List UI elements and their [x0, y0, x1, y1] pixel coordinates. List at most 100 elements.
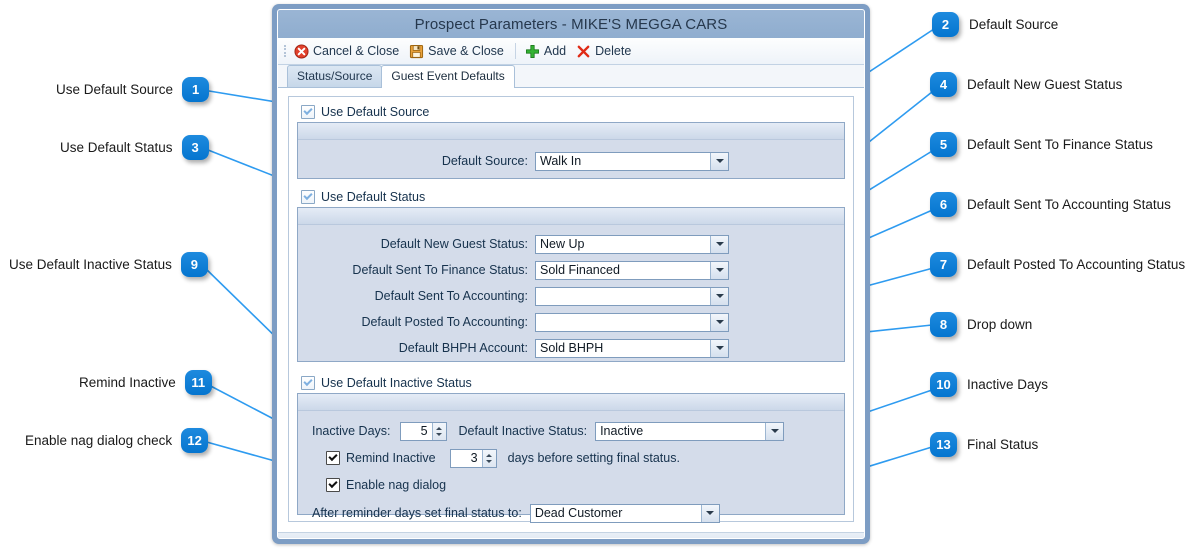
callout-label: Default Sent To Accounting Status: [967, 196, 1171, 212]
callout-badge[interactable]: 1: [182, 77, 210, 102]
default-posted-to-accounting-dropdown-button[interactable]: [710, 313, 728, 331]
default-status-group: Default New Guest Status: New Up Default…: [297, 207, 845, 362]
remind-days-spin-buttons[interactable]: [481, 449, 496, 467]
toolbar-separator: [514, 43, 516, 59]
enable-nag-dialog-row[interactable]: Enable nag dialog: [312, 475, 834, 495]
tab-guest-event-defaults[interactable]: Guest Event Defaults: [381, 65, 515, 88]
default-source-combo[interactable]: Walk In: [535, 151, 729, 171]
add-button[interactable]: Add: [521, 43, 572, 60]
use-default-source-label: Use Default Source: [321, 105, 430, 119]
default-inactive-status-combo[interactable]: Inactive: [595, 421, 785, 441]
default-new-guest-status-combo[interactable]: New Up: [535, 234, 729, 254]
final-status-dropdown-button[interactable]: [700, 504, 719, 522]
callout-label: Inactive Days: [967, 376, 1049, 392]
spinner-down-icon: [486, 459, 493, 463]
default-sent-to-finance-status-row: Default Sent To Finance Status: Sold Fin…: [308, 260, 834, 280]
default-bhph-account-label: Default BHPH Account:: [398, 341, 528, 355]
tab-status-source[interactable]: Status/Source: [287, 65, 383, 87]
default-sent-to-finance-status-value: Sold Financed: [540, 263, 620, 277]
remind-days-value: 3: [470, 451, 478, 465]
callout-right-10: 10 Inactive Days: [930, 372, 1048, 397]
callout-left-12: Enable nag dialog check 12: [25, 428, 209, 453]
callout-badge[interactable]: 11: [184, 370, 212, 395]
default-new-guest-status-dropdown-button[interactable]: [710, 235, 728, 253]
default-new-guest-status-row: Default New Guest Status: New Up: [308, 234, 834, 254]
default-source-dropdown-button[interactable]: [710, 152, 728, 170]
callout-right-5: 5 Default Sent To Finance Status: [930, 132, 1153, 157]
group-caption-strip: [298, 394, 844, 411]
default-bhph-account-value: Sold BHPH: [540, 341, 604, 355]
tab-label: Status/Source: [297, 69, 373, 83]
use-default-status-checkbox[interactable]: [301, 190, 315, 204]
save-and-close-label: Save & Close: [428, 44, 504, 58]
default-sent-to-accounting-dropdown-button[interactable]: [710, 287, 728, 305]
toolbar-grip-handle[interactable]: [282, 44, 290, 58]
callout-left-3: Use Default Status 3: [60, 135, 209, 160]
tab-label: Guest Event Defaults: [391, 69, 505, 83]
use-default-source-checkbox[interactable]: [301, 105, 315, 119]
final-status-row: After reminder days set final status to:…: [312, 503, 834, 523]
callout-label: Use Default Status: [60, 139, 173, 155]
spinner-down-icon: [436, 432, 443, 436]
final-status-label: After reminder days set final status to:: [312, 506, 522, 520]
remind-inactive-checkbox[interactable]: [326, 451, 340, 465]
inactive-days-row: Inactive Days: 5 Default Inactive Status…: [312, 421, 834, 441]
callout-label: Final Status: [967, 436, 1039, 452]
callout-badge[interactable]: 9: [180, 252, 208, 277]
tab-strip: Status/Source Guest Event Defaults: [278, 65, 864, 88]
callout-badge[interactable]: 12: [181, 428, 209, 453]
delete-button[interactable]: Delete: [572, 43, 637, 60]
chevron-down-icon: [715, 268, 724, 272]
callout-badge[interactable]: 6: [930, 192, 957, 217]
callout-badge[interactable]: 2: [932, 12, 959, 37]
default-sent-to-accounting-combo[interactable]: [535, 286, 729, 306]
toolbar: Cancel & Close Save & Close Add Delete: [278, 38, 864, 65]
default-posted-to-accounting-value: [536, 314, 710, 331]
default-posted-to-accounting-combo[interactable]: [535, 312, 729, 332]
inactive-days-stepper[interactable]: 5: [399, 421, 447, 441]
tab-page-guest-event-defaults: Use Default Source Default Source: Walk …: [278, 88, 864, 532]
default-inactive-status-group: Inactive Days: 5 Default Inactive Status…: [297, 393, 845, 523]
callout-badge[interactable]: 3: [181, 135, 209, 160]
default-posted-to-accounting-label: Default Posted To Accounting:: [361, 315, 528, 329]
use-default-status-label: Use Default Status: [321, 190, 426, 204]
use-default-inactive-status-label: Use Default Inactive Status: [321, 376, 472, 390]
callout-left-1: Use Default Source 1: [56, 77, 210, 102]
use-default-status-row[interactable]: Use Default Status: [301, 190, 845, 204]
final-status-combo[interactable]: Dead Customer: [529, 503, 720, 523]
callout-label: Use Default Inactive Status: [9, 256, 172, 272]
callout-badge[interactable]: 8: [930, 312, 957, 337]
default-bhph-account-combo[interactable]: Sold BHPH: [535, 338, 729, 358]
enable-nag-dialog-checkbox[interactable]: [326, 478, 340, 492]
delete-label: Delete: [595, 44, 632, 58]
remind-inactive-suffix-label: days before setting final status.: [507, 451, 680, 465]
default-sent-to-accounting-value: [536, 288, 710, 305]
form-panel: Use Default Source Default Source: Walk …: [288, 96, 854, 523]
default-source-label: Default Source:: [441, 154, 528, 168]
default-source-value: Walk In: [540, 154, 582, 168]
callout-badge[interactable]: 10: [930, 372, 957, 397]
save-and-close-button[interactable]: Save & Close: [405, 43, 510, 60]
callout-badge[interactable]: 13: [930, 432, 957, 457]
callout-badge[interactable]: 5: [930, 132, 957, 157]
inactive-days-spin-buttons[interactable]: [431, 422, 446, 440]
chevron-down-icon: [770, 429, 779, 433]
callout-label: Use Default Source: [56, 81, 174, 97]
group-caption-strip: [298, 208, 844, 225]
default-bhph-account-row: Default BHPH Account: Sold BHPH: [308, 338, 834, 358]
remind-days-stepper[interactable]: 3: [449, 448, 497, 468]
default-bhph-account-dropdown-button[interactable]: [710, 339, 728, 357]
default-source-row: Default Source: Walk In: [308, 151, 834, 171]
default-new-guest-status-value: New Up: [540, 237, 585, 251]
default-sent-to-finance-status-combo[interactable]: Sold Financed: [535, 260, 729, 280]
use-default-inactive-status-row[interactable]: Use Default Inactive Status: [301, 376, 845, 390]
use-default-inactive-status-checkbox[interactable]: [301, 376, 315, 390]
cancel-and-close-button[interactable]: Cancel & Close: [290, 43, 405, 60]
callout-badge[interactable]: 4: [930, 72, 957, 97]
chevron-down-icon: [715, 320, 724, 324]
callout-left-9: Use Default Inactive Status 9: [9, 252, 208, 277]
default-sent-to-finance-status-dropdown-button[interactable]: [710, 261, 728, 279]
default-inactive-status-dropdown-button[interactable]: [765, 422, 784, 440]
use-default-source-row[interactable]: Use Default Source: [301, 105, 845, 119]
callout-badge[interactable]: 7: [930, 252, 957, 277]
